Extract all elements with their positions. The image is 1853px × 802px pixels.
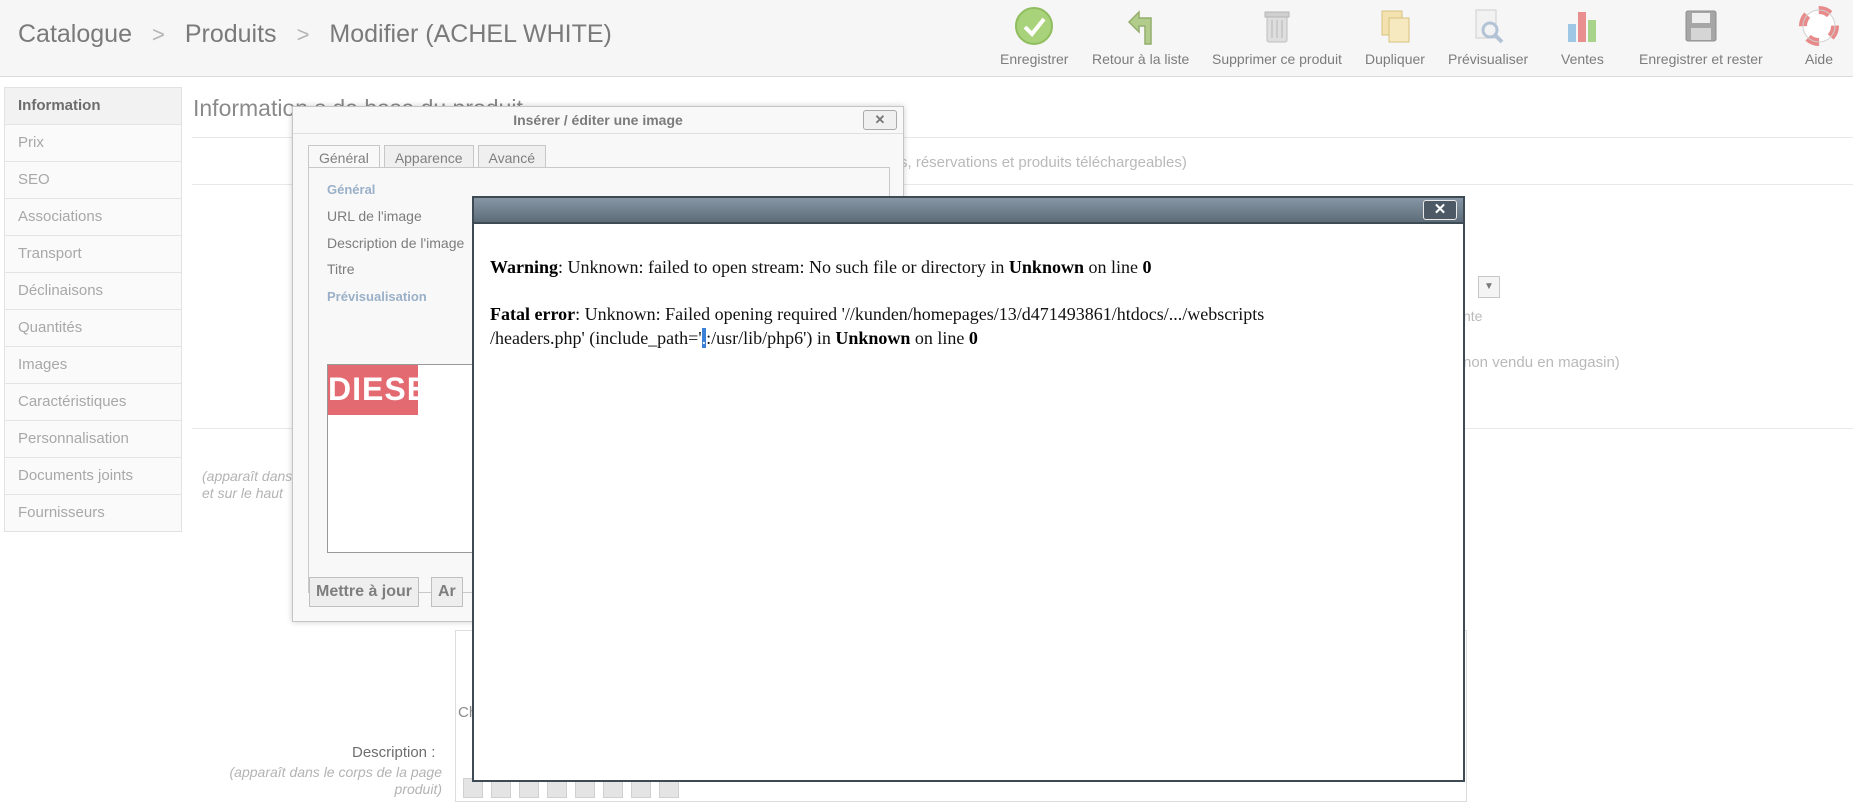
tab-quantites[interactable]: Quantités — [5, 310, 181, 347]
error-popup-titlebar: ✕ — [474, 198, 1463, 224]
back-to-list-button[interactable]: Retour à la liste — [1092, 6, 1189, 67]
bar-chart-icon — [1562, 6, 1602, 46]
tab-seo[interactable]: SEO — [5, 162, 181, 199]
preview-legend: Prévisualisation — [327, 289, 427, 304]
diesel-logo: DIESEL — [328, 365, 449, 415]
breadcrumb-separator: > — [296, 21, 310, 47]
availability-hint: nte — [1463, 308, 1483, 324]
breadcrumb-catalogue[interactable]: Catalogue — [18, 20, 132, 49]
back-label: Retour à la liste — [1092, 51, 1190, 67]
product-tab-menu: Information Prix SEO Associations Transp… — [4, 87, 182, 532]
trash-icon — [1257, 6, 1297, 46]
breadcrumb-separator: > — [151, 21, 165, 47]
product-type-hint: s, réservations et produits téléchargeab… — [900, 154, 1187, 171]
error-popup: ✕ Warning: Unknown: failed to open strea… — [472, 196, 1465, 782]
save-button[interactable]: Enregistrer — [1000, 6, 1068, 67]
general-legend: Général — [327, 182, 376, 197]
image-title-label: Titre — [327, 261, 355, 277]
page-header: Catalogue > Produits > Modifier (ACHEL W… — [0, 0, 1853, 77]
save-and-stay-button[interactable]: Enregistrer et rester — [1639, 6, 1763, 67]
availability-select[interactable]: ▼ — [1478, 276, 1500, 298]
help-button[interactable]: Aide — [1799, 6, 1839, 67]
checkmark-icon — [1014, 6, 1054, 46]
delete-product-button[interactable]: Supprimer ce produit — [1212, 6, 1342, 67]
tab-caracteristiques[interactable]: Caractéristiques — [5, 384, 181, 421]
magnifier-page-icon — [1468, 6, 1508, 46]
preview-button[interactable]: Prévisualiser — [1448, 6, 1528, 67]
update-button[interactable]: Mettre à jour — [309, 577, 420, 607]
tab-prix[interactable]: Prix — [5, 125, 181, 162]
tab-documents-joints[interactable]: Documents joints — [5, 458, 181, 495]
close-icon[interactable]: ✕ — [1423, 200, 1457, 220]
tab-associations[interactable]: Associations — [5, 199, 181, 236]
description-hint: (apparaît dans le corps de la page produ… — [229, 764, 442, 797]
image-url-label: URL de l'image — [327, 208, 422, 224]
tab-declinaisons[interactable]: Déclinaisons — [5, 273, 181, 310]
sales-label: Ventes — [1561, 51, 1604, 67]
breadcrumb-current: Modifier (ACHEL WHITE) — [329, 20, 612, 48]
short-description-hint: (apparaît dans et sur le haut — [202, 468, 293, 501]
preview-label: Prévisualiser — [1448, 51, 1529, 67]
help-label: Aide — [1804, 51, 1834, 67]
image-description-label: Description de l'image — [327, 235, 465, 251]
breadcrumb-products[interactable]: Produits — [185, 20, 277, 49]
return-arrow-icon — [1121, 6, 1161, 46]
duplicate-pages-icon — [1375, 6, 1415, 46]
warning-message: Warning: Unknown: failed to open stream:… — [490, 257, 1152, 277]
duplicate-label: Dupliquer — [1365, 51, 1425, 67]
tab-images[interactable]: Images — [5, 347, 181, 384]
tab-transport[interactable]: Transport — [5, 236, 181, 273]
image-preview: DIESEL — [327, 364, 479, 553]
tab-fournisseurs[interactable]: Fournisseurs — [5, 495, 181, 531]
dialog-title: Insérer / éditer une image — [513, 112, 683, 128]
save-label: Enregistrer — [1000, 51, 1069, 67]
delete-label: Supprimer ce produit — [1212, 51, 1342, 67]
error-message: Warning: Unknown: failed to open stream:… — [490, 255, 1430, 373]
online-only-hint: non vendu en magasin) — [1463, 354, 1620, 371]
lifebuoy-icon — [1799, 6, 1839, 46]
breadcrumb: Catalogue > Produits > Modifier (ACHEL W… — [18, 20, 612, 49]
save-and-stay-label: Enregistrer et rester — [1639, 51, 1763, 67]
dialog-titlebar: Insérer / éditer une image ✕ — [293, 107, 903, 134]
sales-button[interactable]: Ventes — [1561, 6, 1604, 67]
tab-information[interactable]: Information — [5, 88, 181, 125]
floppy-disk-icon — [1681, 6, 1721, 46]
description-label: Description : — [352, 744, 436, 761]
cancel-button[interactable]: Ar — [431, 577, 463, 607]
duplicate-button[interactable]: Dupliquer — [1365, 6, 1425, 67]
close-icon[interactable]: ✕ — [863, 110, 897, 130]
tab-personnalisation[interactable]: Personnalisation — [5, 421, 181, 458]
fatal-error-message: Fatal error: Unknown: Failed opening req… — [490, 304, 1265, 348]
